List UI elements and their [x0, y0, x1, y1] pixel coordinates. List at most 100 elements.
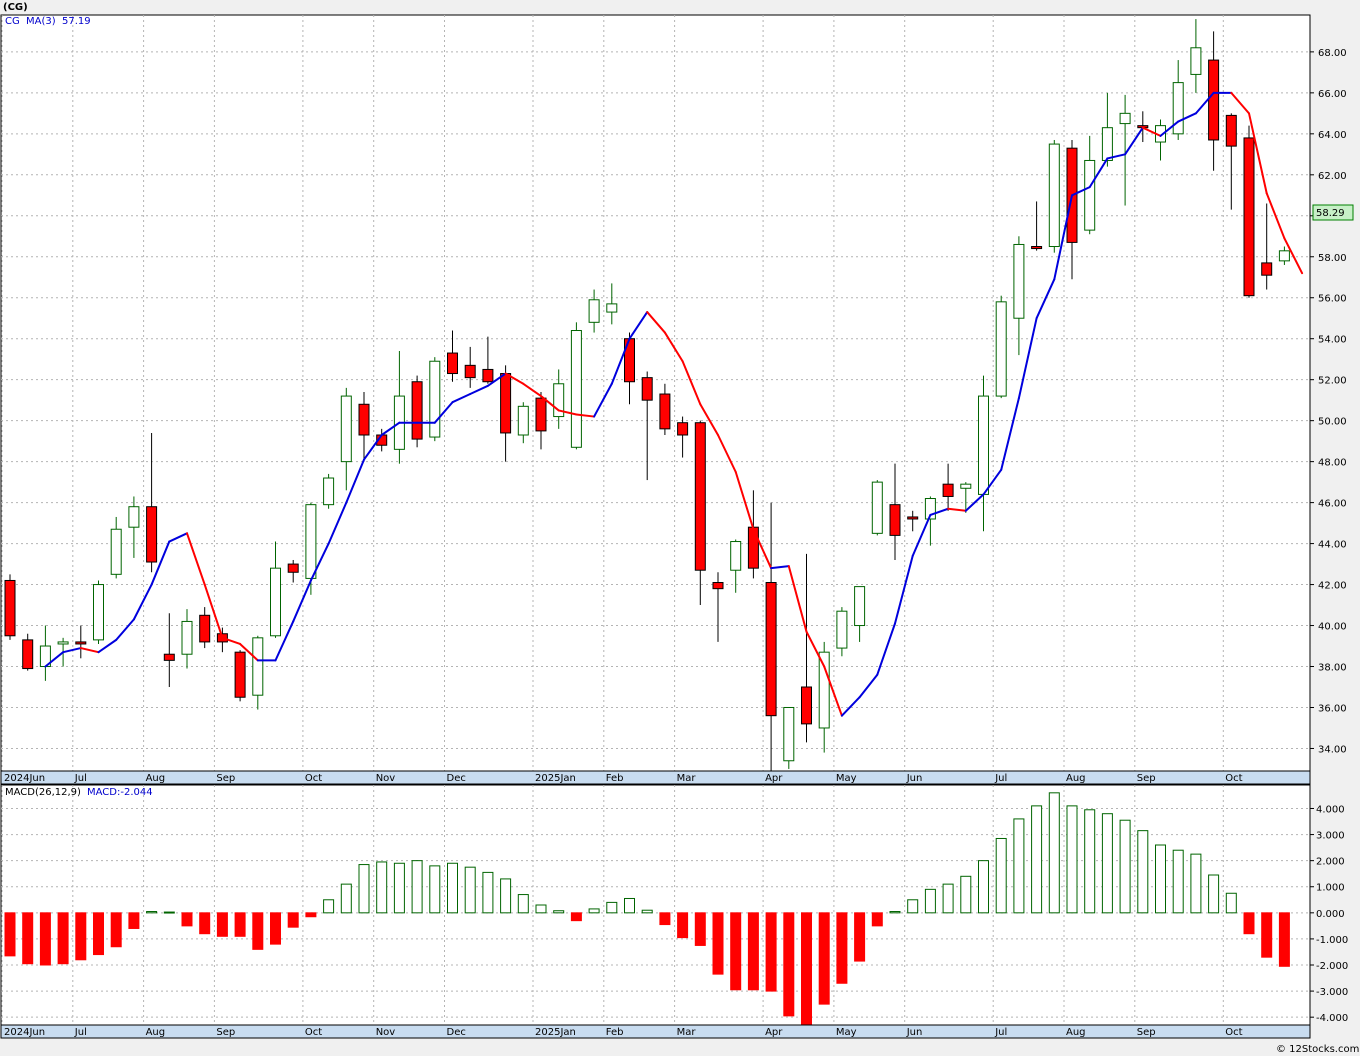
macd-bar-positive	[1084, 809, 1096, 914]
macd-bar-negative	[128, 912, 140, 929]
price-x-tick-label: Nov	[376, 773, 396, 784]
macd-y-tick-label: -3.000	[1316, 987, 1348, 998]
macd-bar-negative	[4, 912, 16, 957]
macd-y-tick-label: -2.000	[1316, 961, 1348, 972]
candle-body-down	[659, 393, 671, 430]
macd-x-tick-label: Aug	[1066, 1027, 1086, 1038]
macd-bar-positive	[1031, 805, 1043, 914]
candle-body-up	[730, 541, 742, 571]
candle-body-up	[323, 477, 335, 506]
candle-body-up	[110, 528, 122, 575]
macd-value-label: MACD:-2.044	[87, 787, 153, 798]
macd-bar-positive	[340, 883, 352, 914]
macd-bar-negative	[712, 912, 724, 975]
candle-body-down	[694, 422, 706, 571]
macd-bar-positive	[1013, 818, 1025, 914]
macd-bar-positive	[978, 860, 989, 914]
macd-bar-positive	[464, 866, 476, 914]
price-x-tick-label: Jul	[74, 773, 87, 784]
candle-body-up	[1278, 250, 1290, 262]
macd-bar-negative	[783, 912, 795, 1017]
candle-body-down	[535, 397, 547, 432]
macd-bar-negative	[270, 912, 281, 945]
candle-body-up	[818, 651, 830, 729]
macd-bar-negative	[57, 912, 69, 965]
candle-body-up	[128, 506, 140, 528]
macd-x-tick-label: Sep	[216, 1027, 235, 1038]
candle-body-up	[1048, 143, 1060, 248]
price-x-tick-label: Aug	[1066, 773, 1086, 784]
macd-bar-negative	[694, 912, 706, 946]
macd-bar-positive	[1155, 844, 1166, 914]
price-x-tick-label: Jun	[906, 773, 923, 784]
macd-y-tick-label: 3.000	[1316, 831, 1345, 842]
macd-bar-positive	[146, 911, 158, 914]
candle-body-up	[1084, 159, 1096, 231]
macd-bar-positive	[535, 904, 547, 914]
candle-body-up	[340, 395, 352, 463]
ma-label: MA(3)	[26, 16, 56, 27]
candle	[570, 322, 582, 450]
macd-bar-positive	[588, 908, 600, 914]
macd-bar-positive	[393, 862, 405, 914]
candle-body-up	[978, 395, 989, 495]
candle-body-down	[4, 579, 16, 637]
macd-bar-positive	[1208, 874, 1220, 914]
macd-bar-negative	[818, 912, 830, 1005]
macd-bar-negative	[39, 912, 51, 966]
macd-x-tick-label: Jul	[74, 1027, 87, 1038]
price-x-tick-label: Apr	[765, 773, 783, 784]
macd-x-tick-label: Mar	[677, 1027, 697, 1038]
macd-bar-positive	[358, 864, 370, 914]
candle-body-down	[889, 504, 901, 536]
macd-bar-positive	[924, 888, 936, 914]
macd-x-tick-label: 2025Jan	[535, 1027, 576, 1038]
macd-x-tick-label: Dec	[447, 1027, 466, 1038]
price-x-tick-label: 2025Jan	[535, 773, 576, 784]
macd-x-tick-label: Aug	[146, 1027, 166, 1038]
macd-bar-negative	[287, 912, 299, 928]
macd-bar-negative	[181, 912, 193, 927]
candle-body-down	[75, 641, 87, 645]
macd-x-tick-label: Jul	[994, 1027, 1007, 1038]
candle-body-down	[411, 381, 423, 440]
candle-body-up	[783, 706, 795, 762]
macd-bar-negative	[252, 912, 264, 950]
price-y-tick-label: 62.00	[1318, 171, 1347, 182]
macd-bar-positive	[641, 909, 653, 914]
price-y-tick-label: 36.00	[1318, 703, 1347, 714]
macd-panel	[0, 784, 1311, 1026]
price-y-tick-label: 38.00	[1318, 663, 1347, 674]
macd-y-tick-label: 0.000	[1316, 909, 1345, 920]
candle-body-up	[588, 299, 600, 323]
candle-body-up	[960, 483, 972, 489]
candle-body-up	[1190, 47, 1202, 75]
macd-bar-negative	[730, 912, 742, 991]
macd-bar-positive	[517, 894, 529, 914]
candle	[995, 295, 1007, 399]
candle-body-down	[1261, 262, 1273, 276]
macd-bar-negative	[199, 912, 211, 935]
price-panel	[0, 14, 1311, 772]
candle-body-up	[181, 620, 193, 655]
candle-body-up	[1172, 82, 1184, 135]
ma-value: 57.19	[62, 16, 91, 27]
price-y-tick-label: 48.00	[1318, 458, 1347, 469]
candle-body-down	[464, 364, 476, 379]
candle-body-up	[517, 405, 529, 436]
price-x-tick-label: 2024Jun	[4, 773, 45, 784]
macd-bar-positive	[500, 878, 512, 914]
price-y-tick-label: 50.00	[1318, 417, 1347, 428]
price-y-tick-label: 44.00	[1318, 540, 1347, 551]
macd-bar-positive	[1225, 892, 1237, 914]
macd-x-tick-label: 2024Jun	[4, 1027, 45, 1038]
price-y-tick-label: 54.00	[1318, 335, 1347, 346]
macd-bar-positive	[482, 871, 494, 914]
price-date-band	[0, 770, 1311, 785]
candle-body-up	[871, 481, 883, 534]
candle-body-up	[854, 586, 866, 627]
macd-bar-negative	[765, 912, 777, 992]
macd-bar-positive	[447, 862, 458, 914]
macd-y-tick-label: 4.000	[1316, 804, 1345, 815]
macd-bar-negative	[234, 912, 246, 937]
